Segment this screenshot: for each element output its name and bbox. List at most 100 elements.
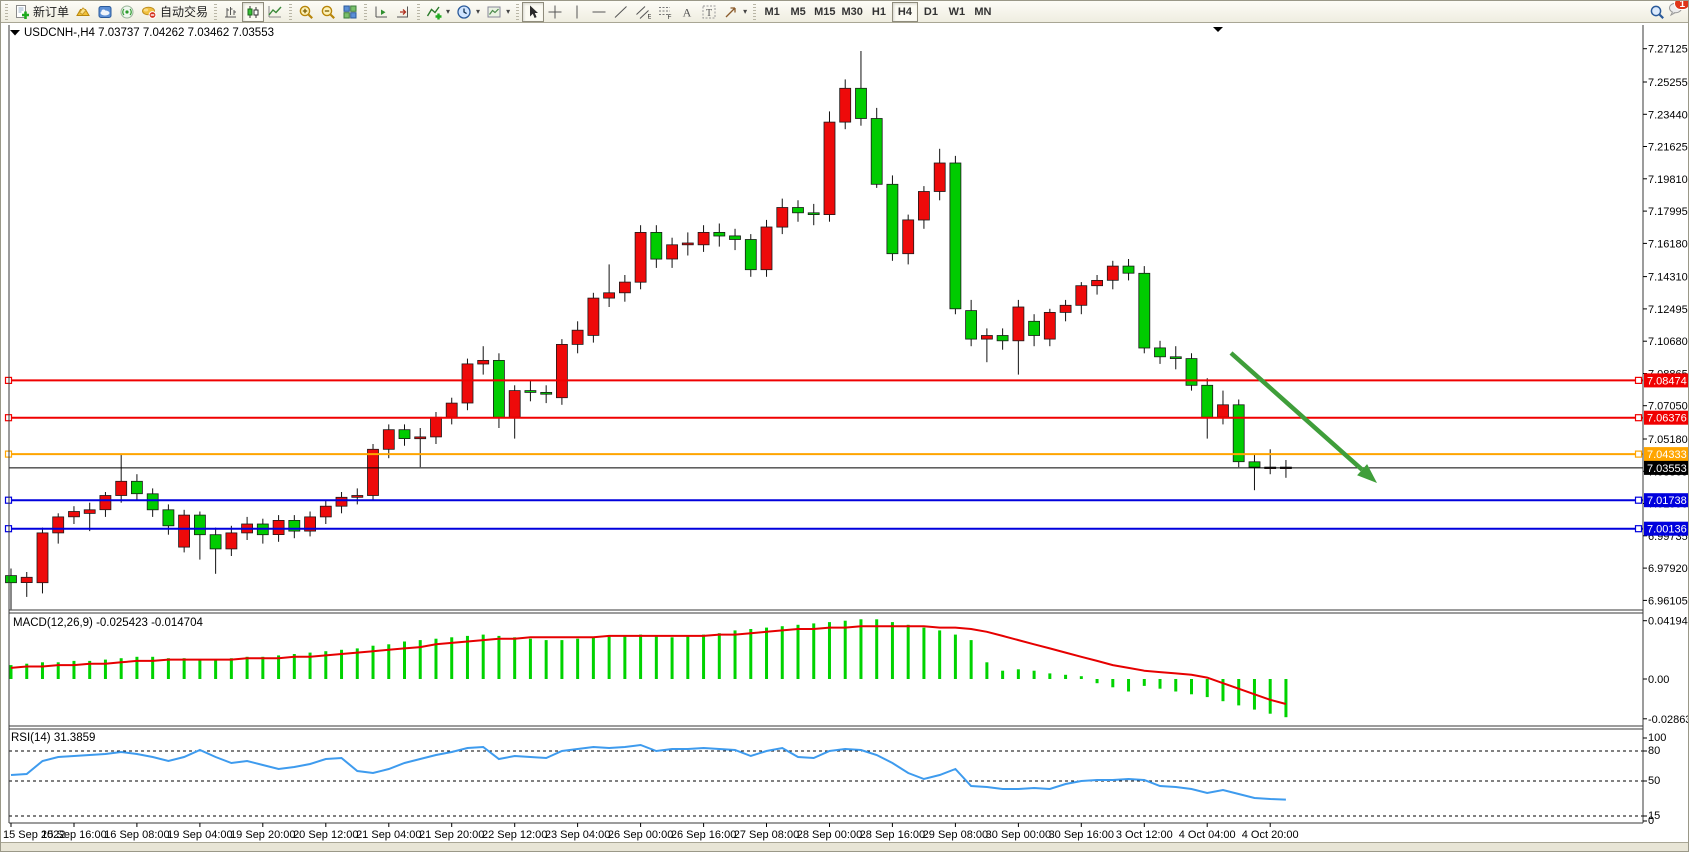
bar-chart-button[interactable] [220,2,242,22]
candle-body [840,88,851,122]
signal-button[interactable] [116,2,138,22]
timeframe-mn-button[interactable]: MN [970,2,996,22]
candle-body [777,208,788,228]
auto-trading-button[interactable]: 自动交易 [138,2,211,22]
toolbar-group-objects: E F A T ▾ [514,1,751,23]
timeframe-m5-button[interactable]: M5 [785,2,811,22]
candle-body [950,163,961,309]
candle-body [1060,305,1071,312]
arrow-objects-icon [723,4,739,20]
candle-body [84,510,95,514]
crosshair-button[interactable] [544,2,566,22]
candle-body [682,243,693,245]
cursor-button[interactable] [522,2,544,22]
time-tick-label: 4 Oct 20:00 [1242,829,1299,841]
app-button[interactable] [94,2,116,22]
candle-body [651,232,662,259]
chat-button[interactable]: 1 [1668,1,1684,22]
candle-body [745,240,756,270]
gold-ingot-icon [75,4,91,20]
price-tick-label: 7.05180 [1648,434,1688,446]
vertical-line-icon [569,4,585,20]
line-handle [1636,377,1642,383]
candle-body [131,481,142,493]
candle-body [352,496,363,498]
auto-scroll-button[interactable] [370,2,392,22]
chart-canvas[interactable]: 7.271257.252557.234407.216257.198107.179… [1,23,1689,852]
rsi-tick-label: 100 [1648,732,1666,744]
price-tick-label: 7.14310 [1648,272,1688,284]
vertical-line-button[interactable] [566,2,588,22]
crosshair-icon [547,4,563,20]
search-button[interactable] [1646,2,1668,22]
text-label-button[interactable]: T [698,2,720,22]
time-tick-label: 16 Sep 08:00 [104,829,169,841]
timeframe-h4-button[interactable]: H4 [892,2,918,22]
candlestick-chart-button[interactable] [242,2,264,22]
candle-body [808,213,819,215]
candle-body [761,227,772,270]
trendline-button[interactable] [610,2,632,22]
timeframe-m15-button[interactable]: M15 [811,2,838,22]
rsi-tick-label: 50 [1648,775,1660,787]
rsi-indicator-label: RSI(14) 31.3859 [11,732,95,744]
periods-dropdown-caret: ▾ [476,7,480,16]
candle-body [856,88,867,118]
candle-body [179,515,190,547]
toolbar-group-timeframes: M1 M5 M15 M30 H1 H4 D1 W1 MN [751,1,997,23]
text-button[interactable]: A [676,2,698,22]
chart-plot-area[interactable] [9,25,1643,609]
candle-body [997,336,1008,341]
text-icon: A [679,4,695,20]
channel-button[interactable]: E [632,2,654,22]
candle-body [6,576,17,583]
tile-windows-button[interactable] [339,2,361,22]
timeframe-m1-button[interactable]: M1 [759,2,785,22]
zoom-in-button[interactable] [295,2,317,22]
arrows-button[interactable]: ▾ [720,2,750,22]
timeframe-m30-button[interactable]: M30 [839,2,866,22]
indicators-button[interactable]: ▾ [423,2,453,22]
timeframe-h1-button[interactable]: H1 [866,2,892,22]
chart-shift-button[interactable] [392,2,414,22]
time-tick-label: 20 Sep 12:00 [293,829,358,841]
candle-body [1139,273,1150,348]
timeframe-d1-button[interactable]: D1 [918,2,944,22]
svg-text:F: F [668,14,672,20]
new-order-icon [14,4,30,20]
candle-body [431,417,442,437]
candle-body [730,236,741,240]
macd-tick-label: 0.00 [1648,674,1669,686]
line-handle [1636,451,1642,457]
candle-body [37,533,48,583]
line-chart-button[interactable] [264,2,286,22]
time-tick-label: 19 Sep 04:00 [167,829,232,841]
fibonacci-button[interactable]: F [654,2,676,22]
candle-body [934,163,945,192]
time-tick-label: 19 Sep 20:00 [230,829,295,841]
horizontal-line-button[interactable] [588,2,610,22]
candle-body [556,344,567,397]
price-line-tag-label: 7.01738 [1647,495,1687,507]
periods-button[interactable]: ▾ [453,2,483,22]
rsi-tick-label: 80 [1648,745,1660,757]
candle-body [210,535,221,549]
deposit-button[interactable] [72,2,94,22]
candle-body [604,293,615,298]
candle-body [273,520,284,534]
new-order-button[interactable]: 新订单 [11,2,72,22]
trendline-icon [613,4,629,20]
chart-shift-icon [395,4,411,20]
candle-body [541,392,552,394]
candle-body [1013,307,1024,341]
candle-body [100,496,111,510]
price-tick-label: 7.21625 [1648,142,1688,154]
candle-body [1123,266,1134,273]
zoom-out-button[interactable] [317,2,339,22]
candle-body [320,506,331,517]
candle-body [478,360,489,364]
candle-body [1202,385,1213,417]
tile-windows-icon [342,4,358,20]
templates-button[interactable]: ▾ [483,2,513,22]
timeframe-w1-button[interactable]: W1 [944,2,970,22]
